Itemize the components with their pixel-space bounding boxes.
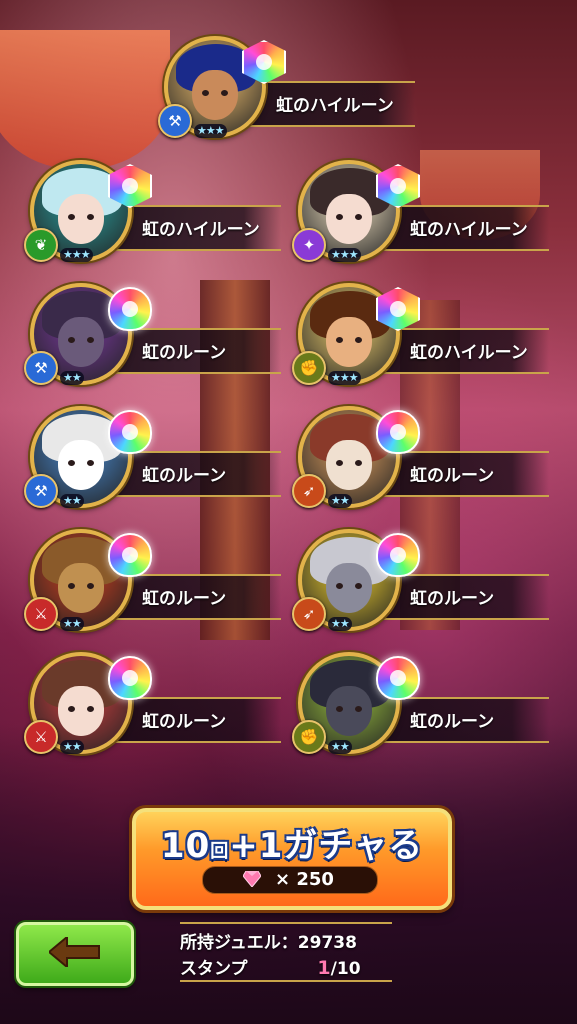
- stamp-value: 1: [317, 957, 331, 979]
- result-slot[interactable]: 虹のハイルーン ✊ ★★★: [292, 283, 549, 393]
- rune-core: [390, 547, 406, 563]
- result-slot[interactable]: 虹のハイルーン ⚒ ★★★: [158, 36, 415, 146]
- jewel-count: 所持ジュエル：29738: [180, 933, 357, 953]
- rune-core: [390, 670, 406, 686]
- rarity-stars: ★★: [60, 371, 84, 385]
- currency-info: 所持ジュエル：29738 スタンプ 1/10: [180, 922, 400, 982]
- rarity-stars: ★★: [60, 494, 84, 508]
- info-divider-bottom: [180, 980, 392, 982]
- left-arrow-icon: [49, 937, 100, 967]
- sword-icon: ⚔: [24, 720, 58, 754]
- gacha-title-plus: +1: [229, 826, 284, 866]
- rune-core: [122, 301, 138, 317]
- background-lamp-left: [0, 30, 170, 170]
- result-slot[interactable]: 虹のルーン ➶ ★★: [292, 529, 549, 639]
- character-eyes: [68, 706, 94, 712]
- character-eyes: [336, 460, 362, 466]
- rarity-stars: ★★★: [328, 371, 361, 385]
- sword-icon: ⚔: [24, 597, 58, 631]
- cost-bar: × 250: [202, 866, 378, 894]
- stamp-max: /10: [330, 959, 361, 979]
- result-slot[interactable]: 虹のハイルーン ✦ ★★★: [292, 160, 549, 270]
- result-slot[interactable]: 虹のルーン ➶ ★★: [292, 406, 549, 516]
- rune-core: [122, 547, 138, 563]
- fist-icon: ✊: [292, 720, 326, 754]
- rainbow-rune-icon: [108, 533, 152, 577]
- character-eyes: [336, 214, 362, 220]
- rarity-stars: ★★: [328, 617, 352, 631]
- rarity-stars: ★★★: [60, 248, 93, 262]
- rune-core: [390, 178, 406, 194]
- rune-core: [256, 54, 272, 70]
- character-eyes: [336, 583, 362, 589]
- rainbow-rune-icon: [376, 533, 420, 577]
- character-eyes: [336, 706, 362, 712]
- rarity-stars: ★★: [328, 740, 352, 754]
- ax-icon: ⚒: [158, 104, 192, 138]
- character-eyes: [68, 583, 94, 589]
- rune-name: 虹のルーン: [410, 712, 495, 732]
- jewel-icon: [243, 871, 261, 887]
- rune-name: 虹のルーン: [410, 589, 495, 609]
- rune-core: [390, 301, 406, 317]
- rarity-stars: ★★★: [328, 248, 361, 262]
- rune-name: 虹のハイルーン: [410, 343, 528, 363]
- character-eyes: [202, 90, 228, 96]
- gacha-cost: × 250: [275, 869, 334, 890]
- ax-icon: ⚒: [24, 474, 58, 508]
- rune-name: 虹のルーン: [410, 466, 495, 486]
- rune-name: 虹のルーン: [142, 712, 227, 732]
- bow-icon: ➶: [292, 597, 326, 631]
- character-eyes: [68, 214, 94, 220]
- rune-name: 虹のハイルーン: [276, 96, 394, 116]
- gacha-button-title: 10回+1ガチャる: [136, 818, 448, 867]
- rainbow-rune-icon: [376, 656, 420, 700]
- character-eyes: [336, 337, 362, 343]
- rarity-stars: ★★: [60, 617, 84, 631]
- stamp-label: スタンプ: [180, 959, 248, 979]
- stamp-row: スタンプ 1/10: [180, 954, 361, 979]
- bow-icon: ➶: [292, 474, 326, 508]
- character-eyes: [68, 460, 94, 466]
- gacha-results-screen: 虹のハイルーン ⚒ ★★★ 虹のハイルーン ❦ ★★★ 虹のハイルーン ✦ ★★…: [0, 0, 577, 1024]
- magic-icon: ✦: [292, 228, 326, 262]
- result-slot[interactable]: 虹のハイルーン ❦ ★★★: [24, 160, 281, 270]
- rune-core: [122, 178, 138, 194]
- rune-name: 虹のハイルーン: [410, 220, 528, 240]
- rarity-stars: ★★★: [194, 124, 227, 138]
- rune-name: 虹のルーン: [142, 343, 227, 363]
- rainbow-rune-icon: [108, 410, 152, 454]
- character-eyes: [68, 337, 94, 343]
- rune-name: 虹のハイルーン: [142, 220, 260, 240]
- back-button[interactable]: [16, 922, 134, 986]
- gacha-title-kai: 回: [210, 841, 230, 862]
- info-divider-top: [180, 922, 392, 924]
- leaf-icon: ❦: [24, 228, 58, 262]
- rune-name: 虹のルーン: [142, 466, 227, 486]
- result-slot[interactable]: 虹のルーン ⚒ ★★: [24, 406, 281, 516]
- rainbow-rune-icon: [376, 410, 420, 454]
- rarity-stars: ★★: [328, 494, 352, 508]
- gacha-title-action: ガチャる: [283, 826, 424, 866]
- rarity-stars: ★★: [60, 740, 84, 754]
- result-slot[interactable]: 虹のルーン ⚔ ★★: [24, 529, 281, 639]
- fist-icon: ✊: [292, 351, 326, 385]
- ax-icon: ⚒: [24, 351, 58, 385]
- result-slot[interactable]: 虹のルーン ⚔ ★★: [24, 652, 281, 762]
- result-slot[interactable]: 虹のルーン ✊ ★★: [292, 652, 549, 762]
- rune-core: [390, 424, 406, 440]
- gacha-10-plus-1-button[interactable]: 10回+1ガチャる × 250: [132, 808, 452, 910]
- rune-core: [122, 424, 138, 440]
- result-slot[interactable]: 虹のルーン ⚒ ★★: [24, 283, 281, 393]
- rainbow-rune-icon: [108, 656, 152, 700]
- rune-name: 虹のルーン: [142, 589, 227, 609]
- rainbow-rune-icon: [108, 287, 152, 331]
- rune-core: [122, 670, 138, 686]
- gacha-title-count: 10: [160, 826, 211, 866]
